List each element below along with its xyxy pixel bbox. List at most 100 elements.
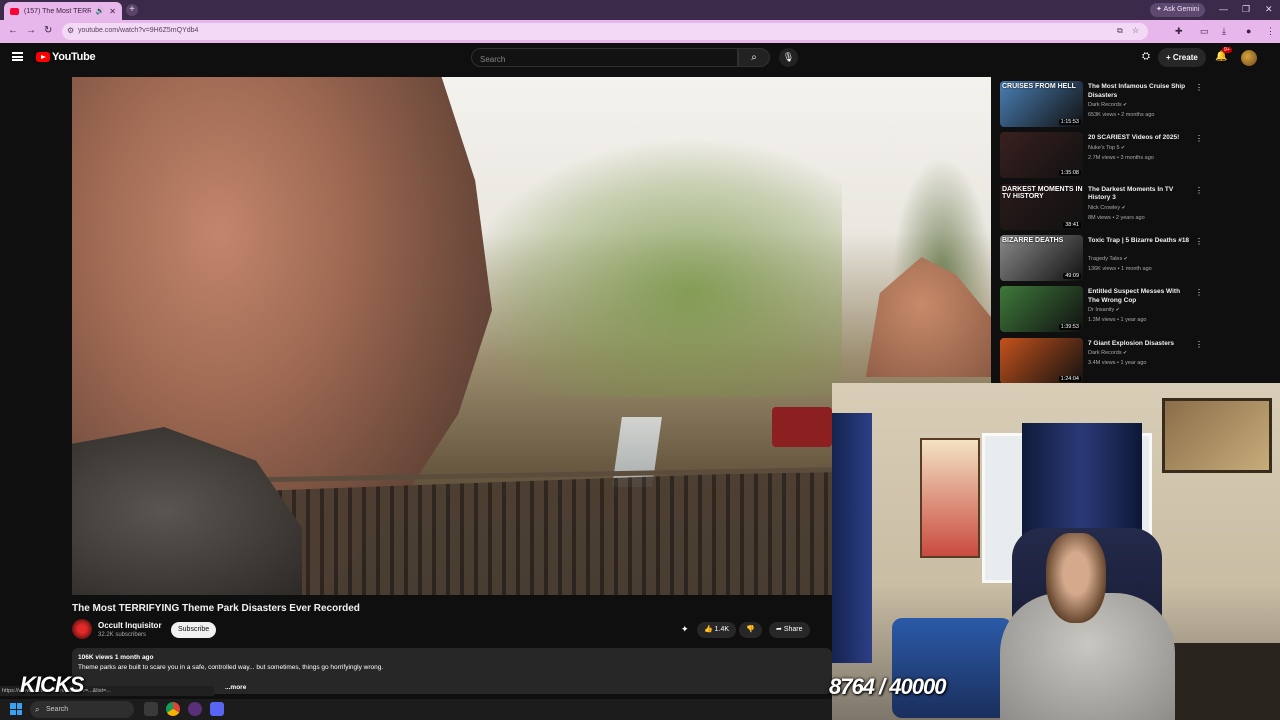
views-date: 106K views 1 month ago [78, 654, 154, 661]
webcam-curtain-left [832, 413, 872, 663]
recommendation-meta: 136K views • 1 month ago [1088, 265, 1152, 272]
recommendation-channel[interactable]: Dark Records ✔ [1088, 350, 1127, 356]
recommendation-title[interactable]: Entitled Suspect Messes With The Wrong C… [1088, 288, 1193, 305]
recommendation-channel[interactable]: Nick Crowley ✔ [1088, 205, 1126, 211]
create-label: Create [1172, 53, 1198, 62]
sidebar-icon[interactable]: ▭ [1200, 26, 1209, 37]
recommendation-channel-name: Nuke's Top 5 [1088, 144, 1120, 151]
windows-start-icon[interactable] [10, 703, 22, 715]
recommendation-item[interactable]: CRUISES FROM HELL 1:15:53 The Most Infamou… [1000, 81, 1203, 127]
recommendation-item[interactable]: DARKEST MOMENTS IN TV HISTORY 38:41 The Da… [1000, 183, 1203, 230]
recommendation-item[interactable]: BIZARRE DEATHS 49:09 Toxic Trap | 5 Bizarr… [1000, 234, 1203, 281]
discord-icon[interactable] [210, 702, 224, 716]
menu-icon[interactable] [12, 52, 23, 61]
browser-menu-icon[interactable]: ⋮ [1266, 26, 1275, 37]
site-info-icon[interactable]: ⚙ [67, 26, 74, 35]
search-button[interactable]: ⌕ [738, 48, 770, 67]
recommendation-item[interactable]: 1:24:04 7 Giant Explosion Disasters Dark R… [1000, 337, 1203, 384]
download-icon[interactable]: ⤓ [1222, 26, 1226, 37]
forward-icon[interactable]: → [26, 25, 36, 36]
more-actions-icon[interactable]: ⋮ [1195, 237, 1203, 246]
chrome-icon[interactable] [166, 702, 180, 716]
recommendation-thumbnail[interactable]: 1:39:53 [1000, 286, 1083, 333]
browser-tabbar: (157) The Most TERRIFYING 🔊 ✕ + ✦ Ask Ge… [0, 0, 1280, 20]
channel-avatar[interactable] [72, 619, 92, 639]
reload-icon[interactable]: ↻ [44, 25, 52, 36]
recommendation-item[interactable]: 1:35:08 20 SCARIEST Videos of 2025! Nuke's… [1000, 132, 1203, 179]
screen: (157) The Most TERRIFYING 🔊 ✕ + ✦ Ask Ge… [0, 0, 1280, 720]
recommendation-title[interactable]: 20 SCARIEST Videos of 2025! [1088, 134, 1193, 143]
close-tab-icon[interactable]: ✕ [109, 7, 116, 16]
more-actions-icon[interactable]: ⋮ [1195, 288, 1203, 297]
close-window-icon[interactable]: ✕ [1265, 4, 1273, 15]
share-label: Share [783, 626, 803, 633]
recommendation-channel-name: Dark Records [1088, 102, 1122, 108]
profile-icon[interactable]: ● [1246, 26, 1251, 36]
youtube-header: YouTube ⌕ 🎙 ⛭ + Create 🔔 9+ [0, 43, 1280, 73]
more-actions-icon[interactable]: ⋮ [1195, 340, 1203, 349]
account-avatar[interactable] [1241, 50, 1257, 66]
recommendation-meta: 2.7M views • 3 months ago [1088, 154, 1154, 161]
task-view-icon[interactable] [144, 702, 158, 716]
app-icon[interactable] [188, 702, 202, 716]
video-frame-train [772, 407, 832, 447]
video-title: The Most TERRIFYING Theme Park Disasters… [72, 603, 360, 614]
like-button[interactable]: 👍 1.4K [697, 622, 737, 638]
taskbar-search[interactable]: ⌕ Search [30, 701, 134, 718]
recommendation-channel[interactable]: Dr Insanity ✔ [1088, 307, 1120, 313]
subscribe-button[interactable]: Subscribe [171, 622, 217, 638]
url-text: youtube.com/watch?v=9H6Z5mQYdb4 [78, 27, 199, 34]
recommendation-title[interactable]: Toxic Trap | 5 Bizarre Deaths #18 [1088, 237, 1193, 246]
thumbs-down-icon: 👎 [746, 626, 755, 633]
more-actions-icon[interactable]: ⋮ [1195, 134, 1203, 143]
recommendation-thumbnail[interactable]: BIZARRE DEATHS 49:09 [1000, 234, 1083, 281]
webcam-bed [892, 618, 1012, 718]
maximize-icon[interactable]: ❐ [1242, 4, 1250, 15]
back-icon[interactable]: ← [8, 25, 18, 36]
more-link[interactable]: ...more [225, 684, 246, 691]
minimize-icon[interactable]: — [1219, 4, 1228, 14]
duration-badge: 1:35:08 [1058, 170, 1081, 177]
recommendation-thumbnail[interactable]: 1:35:08 [1000, 132, 1083, 179]
address-bar[interactable]: ⚙ youtube.com/watch?v=9H6Z5mQYdb4 ☆ ⧉ [62, 23, 1148, 40]
create-button[interactable]: + Create [1158, 48, 1206, 67]
recommendation-channel[interactable]: Dark Records ✔ [1088, 102, 1127, 108]
search-input[interactable] [472, 51, 737, 68]
recommendation-channel[interactable]: Nuke's Top 5 ✔ [1088, 145, 1125, 151]
recommendation-title[interactable]: The Most Infamous Cruise Ship Disasters [1088, 83, 1193, 100]
taskbar: ⌕ Search [0, 699, 832, 720]
new-tab-button[interactable]: + [126, 4, 138, 16]
search-box[interactable] [471, 48, 738, 68]
speaker-icon[interactable]: 🔊 [96, 7, 105, 15]
webcam-picture-frame [1162, 398, 1272, 473]
recommendation-title[interactable]: 7 Giant Explosion Disasters [1088, 340, 1193, 349]
recommendation-title[interactable]: The Darkest Moments In TV History 3 [1088, 186, 1193, 203]
recommendation-thumbnail[interactable]: CRUISES FROM HELL 1:15:53 [1000, 81, 1083, 127]
youtube-logo-icon[interactable] [36, 52, 50, 62]
browser-toolbar: ← → ↻ ⚙ youtube.com/watch?v=9H6Z5mQYdb4 … [0, 20, 1280, 43]
youtube-logo-text[interactable]: YouTube [52, 51, 96, 63]
voice-search-button[interactable]: 🎙 [779, 48, 798, 67]
share-button[interactable]: ➦ Share [769, 622, 810, 638]
recommendation-item[interactable]: 1:39:53 Entitled Suspect Messes With The … [1000, 286, 1203, 333]
ask-gemini-button[interactable]: ✦ Ask Gemini [1150, 3, 1206, 17]
recommendation-thumbnail[interactable]: 1:24:04 [1000, 337, 1083, 384]
more-actions-icon[interactable]: ⋮ [1195, 83, 1203, 92]
recommendation-meta: 8M views • 2 years ago [1088, 214, 1145, 221]
more-actions-icon[interactable]: ⋮ [1195, 186, 1203, 195]
sparkle-ask-icon[interactable]: ✦ [681, 624, 689, 635]
video-frame-trees [462, 137, 842, 397]
channel-name[interactable]: Occult Inquisitor [98, 621, 162, 630]
thumbnail-text: BIZARRE DEATHS [1002, 236, 1064, 244]
recommendation-channel[interactable]: Tragedy Tales ✔ [1088, 256, 1128, 262]
cast-icon[interactable]: ⛭ [1142, 51, 1150, 62]
browser-tab-active[interactable]: (157) The Most TERRIFYING 🔊 ✕ [4, 2, 122, 20]
install-app-icon[interactable]: ⧉ [1117, 26, 1123, 36]
extensions-icon[interactable]: ✚ [1175, 26, 1183, 37]
recommendation-meta: 1.3M views • 1 year ago [1088, 317, 1147, 324]
recommendation-thumbnail[interactable]: DARKEST MOMENTS IN TV HISTORY 38:41 [1000, 183, 1083, 230]
dislike-button[interactable]: 👎 [739, 622, 762, 638]
like-count: 1.4K [714, 626, 730, 633]
bookmark-star-icon[interactable]: ☆ [1132, 26, 1139, 35]
verified-icon: ✔ [1122, 255, 1128, 262]
